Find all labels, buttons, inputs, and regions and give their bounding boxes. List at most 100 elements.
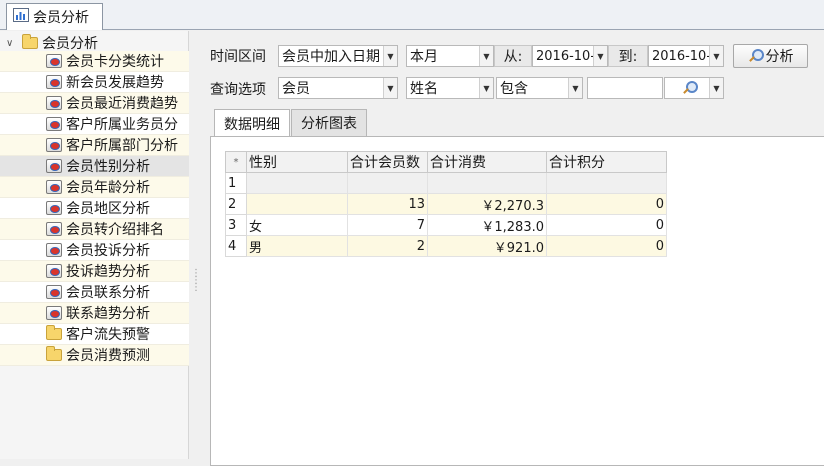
cell-gender[interactable] bbox=[246, 193, 348, 215]
query-field-value: 姓名 bbox=[410, 81, 438, 97]
time-field-select[interactable]: 会员中加入日期 ▼ bbox=[278, 45, 398, 67]
cell-member-count[interactable]: 13 bbox=[347, 193, 428, 215]
cell-total-spend[interactable]: ￥2,270.3 bbox=[427, 193, 547, 215]
sidebar-item-label: 联系趋势分析 bbox=[66, 306, 150, 322]
dropdown-arrow-icon[interactable]: ▼ bbox=[479, 46, 493, 66]
report-icon bbox=[46, 306, 62, 320]
sidebar-item[interactable]: 会员地区分析 bbox=[0, 198, 189, 219]
cell-member-count[interactable]: 2 bbox=[347, 235, 428, 257]
sidebar-item-label: 会员最近消费趋势 bbox=[66, 96, 178, 112]
sidebar-item-label: 会员性别分析 bbox=[66, 159, 150, 175]
tab-content-panel: * 性别 合计会员数 合计消费 合计积分 1 2 13 ￥2,270.3 0 3 女 7 ￥1,… bbox=[210, 136, 824, 466]
sidebar-item[interactable]: 会员联系分析 bbox=[0, 282, 189, 303]
folder-icon bbox=[46, 325, 62, 340]
to-label: 到: bbox=[608, 45, 648, 67]
cell-total-points[interactable]: 0 bbox=[546, 193, 667, 215]
cell-member-count[interactable] bbox=[347, 172, 428, 194]
period-value: 本月 bbox=[410, 49, 438, 65]
from-date-picker[interactable]: 2016-10-0 ▼ bbox=[532, 45, 608, 67]
cell-total-spend[interactable]: ￥1,283.0 bbox=[427, 214, 547, 236]
column-header-member-count[interactable]: 合计会员数 bbox=[347, 151, 428, 173]
table-row[interactable]: 1 bbox=[225, 172, 667, 194]
report-icon bbox=[46, 243, 62, 257]
time-field-value: 会员中加入日期 bbox=[282, 49, 380, 65]
tab-data-detail[interactable]: 数据明细 bbox=[214, 109, 290, 137]
cell-total-spend[interactable] bbox=[427, 172, 547, 194]
sidebar-item[interactable]: 会员年龄分析 bbox=[0, 177, 189, 198]
sidebar-item-label: 客户所属部门分析 bbox=[66, 138, 178, 154]
sidebar-item[interactable]: 会员卡分类统计 bbox=[0, 51, 189, 72]
dropdown-arrow-icon[interactable]: ▼ bbox=[383, 46, 397, 66]
report-icon bbox=[46, 222, 62, 236]
from-label: 从: bbox=[494, 45, 532, 67]
column-header-total-points[interactable]: 合计积分 bbox=[546, 151, 667, 173]
folder-icon bbox=[46, 346, 62, 361]
document-tab-strip: 会员分析 bbox=[0, 0, 824, 30]
row-number[interactable]: 4 bbox=[225, 235, 247, 257]
dropdown-arrow-icon[interactable]: ▼ bbox=[568, 78, 582, 98]
report-icon bbox=[46, 75, 62, 89]
main-panel: 时间区间 会员中加入日期 ▼ 本月 ▼ 从: 2016-10-0 ▼ 到: 20… bbox=[196, 31, 824, 466]
query-operator-select[interactable]: 包含 ▼ bbox=[496, 77, 583, 99]
period-select[interactable]: 本月 ▼ bbox=[406, 45, 494, 67]
sidebar-tree: ∨ 会员分析 会员卡分类统计新会员发展趋势会员最近消费趋势客户所属业务员分客户所… bbox=[0, 31, 189, 459]
chart-icon bbox=[13, 8, 29, 26]
report-icon bbox=[46, 138, 62, 152]
report-icon bbox=[46, 54, 62, 68]
sidebar-item[interactable]: 客户所属业务员分 bbox=[0, 114, 189, 135]
column-header-gender[interactable]: 性别 bbox=[246, 151, 348, 173]
sidebar-item[interactable]: 客户所属部门分析 bbox=[0, 135, 189, 156]
report-icon bbox=[46, 264, 62, 278]
column-header-total-spend[interactable]: 合计消费 bbox=[427, 151, 547, 173]
row-number[interactable]: 1 bbox=[225, 172, 247, 194]
sidebar-item[interactable]: 联系趋势分析 bbox=[0, 303, 189, 324]
doc-tab-member-analysis[interactable]: 会员分析 bbox=[6, 3, 103, 30]
sidebar-item[interactable]: 会员性别分析 bbox=[0, 156, 189, 177]
sidebar-splitter-handle[interactable]: ⋮ ⋮ ⋮ bbox=[191, 269, 201, 293]
query-field-select[interactable]: 姓名 ▼ bbox=[406, 77, 494, 99]
time-range-label: 时间区间 bbox=[210, 49, 266, 65]
chevron-down-icon[interactable]: ∨ bbox=[6, 38, 18, 49]
sidebar-item[interactable]: 投诉趋势分析 bbox=[0, 261, 189, 282]
table-row[interactable]: 4 男 2 ￥921.0 0 bbox=[225, 235, 667, 257]
cell-gender[interactable]: 男 bbox=[246, 235, 348, 257]
query-search-button[interactable]: ▼ bbox=[664, 77, 724, 99]
cell-total-points[interactable]: 0 bbox=[546, 235, 667, 257]
report-icon bbox=[46, 201, 62, 215]
cell-total-points[interactable] bbox=[546, 172, 667, 194]
report-icon bbox=[46, 180, 62, 194]
sidebar-item[interactable]: 会员消费预测 bbox=[0, 345, 189, 366]
tab-analysis-chart[interactable]: 分析图表 bbox=[291, 109, 367, 136]
sidebar-item[interactable]: 新会员发展趋势 bbox=[0, 72, 189, 93]
row-number[interactable]: 3 bbox=[225, 214, 247, 236]
cell-gender[interactable]: 女 bbox=[246, 214, 348, 236]
query-scope-select[interactable]: 会员 ▼ bbox=[278, 77, 398, 99]
sidebar-item[interactable]: 会员投诉分析 bbox=[0, 240, 189, 261]
cell-total-spend[interactable]: ￥921.0 bbox=[427, 235, 547, 257]
cell-gender[interactable] bbox=[246, 172, 348, 194]
table-row[interactable]: 3 女 7 ￥1,283.0 0 bbox=[225, 214, 667, 236]
tree-root-member-analysis[interactable]: ∨ 会员分析 bbox=[6, 33, 98, 53]
query-value-input[interactable] bbox=[587, 77, 663, 99]
cell-total-points[interactable]: 0 bbox=[546, 214, 667, 236]
dropdown-arrow-icon[interactable]: ▼ bbox=[709, 78, 723, 98]
sidebar-item[interactable]: 客户流失预警 bbox=[0, 324, 189, 345]
sidebar-item-label: 会员卡分类统计 bbox=[66, 54, 164, 70]
dropdown-arrow-icon[interactable]: ▼ bbox=[593, 46, 607, 66]
dropdown-arrow-icon[interactable]: ▼ bbox=[383, 78, 397, 98]
dropdown-arrow-icon[interactable]: ▼ bbox=[479, 78, 493, 98]
sidebar-item[interactable]: 会员转介绍排名 bbox=[0, 219, 189, 240]
query-options-label: 查询选项 bbox=[210, 82, 266, 98]
sidebar-item-label: 客户流失预警 bbox=[66, 327, 150, 343]
sidebar-item-label: 会员联系分析 bbox=[66, 285, 150, 301]
analyze-button[interactable]: 分析 bbox=[733, 44, 808, 68]
sidebar-item-label: 会员转介绍排名 bbox=[66, 222, 164, 238]
cell-member-count[interactable]: 7 bbox=[347, 214, 428, 236]
dropdown-arrow-icon[interactable]: ▼ bbox=[709, 46, 723, 66]
to-date-picker[interactable]: 2016-10-3 ▼ bbox=[648, 45, 724, 67]
sidebar-item[interactable]: 会员最近消费趋势 bbox=[0, 93, 189, 114]
row-number[interactable]: 2 bbox=[225, 193, 247, 215]
grid-corner-cell[interactable]: * bbox=[225, 151, 247, 173]
table-row[interactable]: 2 13 ￥2,270.3 0 bbox=[225, 193, 667, 215]
view-tabs: 数据明细 分析图表 bbox=[214, 109, 368, 137]
